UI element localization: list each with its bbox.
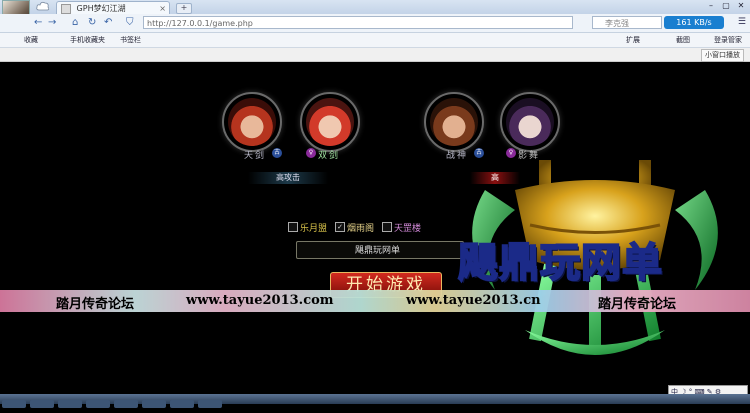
character-yingwu[interactable] [500,92,560,152]
character-tianjian[interactable] [222,92,282,152]
navigation-bar: ← → ⌂ ↻ ↶ ⛉ http://127.0.0.1/game.php 李克… [0,14,750,33]
taskbar-item[interactable] [170,400,194,408]
taskbar-item[interactable] [86,400,110,408]
close-window-icon[interactable]: ✕ [734,0,748,11]
character-portrait [506,98,554,146]
banner-url-cn: www.tayue2013.cn [406,293,541,308]
new-tab-button[interactable]: + [176,3,192,14]
server-checkbox[interactable] [288,222,298,232]
window-controls: – ▢ ✕ [704,0,748,12]
logo-title: 飓鼎玩网单 [457,238,663,287]
character-shuangjian[interactable] [300,92,360,152]
undo-icon[interactable]: ↶ [104,17,112,29]
bookmarks-bar: 收藏 手机收藏夹 书签栏 扩展 截图 登录管家 [0,33,750,48]
bookmark-bar-folder[interactable]: 书签栏 [120,33,141,47]
attack-tag: 高攻击 [248,172,328,184]
menu-icon[interactable]: ☰ [738,17,746,27]
taskbar-item[interactable] [198,400,222,408]
taskbar-item[interactable] [2,400,26,408]
maximize-icon[interactable]: ▢ [719,0,733,11]
server-checkbox[interactable] [382,222,393,232]
tab-title: GPH梦幻江湖 [76,4,126,13]
character-portrait [306,98,354,146]
address-bar[interactable]: http://127.0.0.1/game.php [143,16,573,29]
gender-badge-icon: ♀ [306,148,316,158]
search-input[interactable]: 李克强 [592,16,662,29]
forum-watermark-banner: 踏月传奇论坛 www.tayue2013.com www.tayue2013.c… [0,290,750,312]
character-zhanshen[interactable] [424,92,484,152]
character-portrait [430,98,478,146]
windows-taskbar [0,394,750,408]
back-icon[interactable]: ← [34,17,42,29]
server-label: 乐月盟 [300,223,328,234]
server-list: 乐月盟 ✓ 烟雨阁 天罡楼 [288,220,421,234]
refresh-icon[interactable]: ↻ [88,17,96,29]
forward-icon[interactable]: → [48,17,56,29]
shield-icon[interactable]: ⛉ [126,17,134,29]
taskbar-item[interactable] [142,400,166,408]
cloud-icon[interactable] [36,1,50,11]
server-option[interactable]: 乐月盟 [288,220,327,234]
login-manager-button[interactable]: 登录管家 [714,33,742,47]
class-badge-icon: 古 [272,148,282,158]
extensions-button[interactable]: 扩展 [626,33,640,47]
home-icon[interactable]: ⌂ [72,17,78,29]
small-window-button[interactable]: 小窗口播放 [701,49,744,62]
server-checkbox-checked[interactable]: ✓ [335,222,346,232]
taskbar-item[interactable] [30,400,54,408]
tab-strip: GPH梦幻江湖 × + – ▢ ✕ [0,0,750,30]
banner-forum-right: 踏月传奇论坛 [598,297,677,312]
character-portrait [228,98,276,146]
banner-forum-left: 踏月传奇论坛 [56,297,135,312]
server-label: 天罡楼 [394,223,422,234]
character-name: 天剑 [244,151,267,161]
banner-url-com: www.tayue2013.com [186,293,334,308]
game-canvas[interactable]: 天剑 古 双剑 ♀ 战神 古 影舞 ♀ 高攻击 高 乐月盟 ✓ 烟雨阁 天罡楼 … [0,62,750,392]
taskbar-item[interactable] [58,400,82,408]
selected-server-field: 飓鼎玩网单 [296,241,464,259]
page-favicon-icon [61,4,71,14]
server-label: 烟雨阁 [347,223,375,234]
bookmark-mobile[interactable]: 手机收藏夹 [70,33,105,47]
character-name: 双剑 [318,151,341,161]
bookmark-favorites[interactable]: 收藏 [24,33,38,47]
screenshot-button[interactable]: 截图 [676,33,690,47]
minimize-icon[interactable]: – [704,0,718,11]
server-option[interactable]: 天罡楼 [382,220,421,234]
network-speed-badge: 161 KB/s [664,16,724,29]
server-option[interactable]: ✓ 烟雨阁 [335,220,374,234]
taskbar-item[interactable] [114,400,138,408]
browser-tab[interactable]: GPH梦幻江湖 × [56,1,170,15]
sub-toolbar: 小窗口播放 [0,48,750,62]
